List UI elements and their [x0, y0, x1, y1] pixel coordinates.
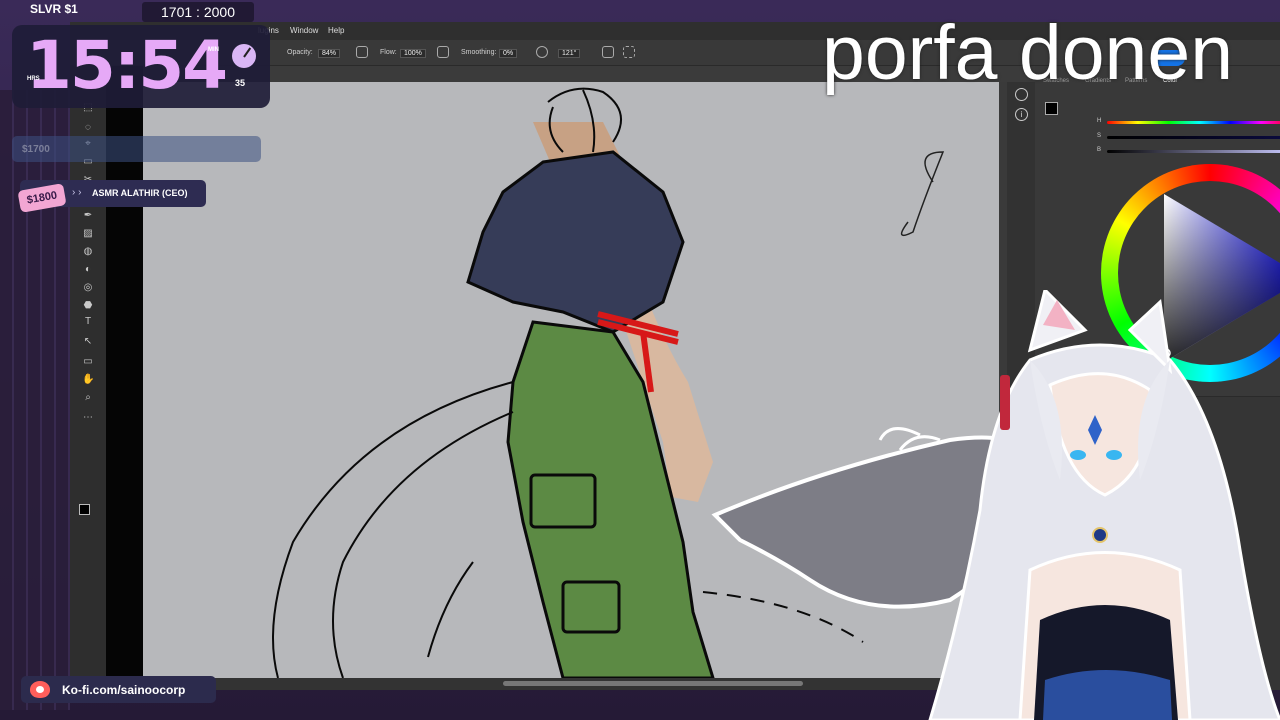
flow-field[interactable]: 100%	[397, 49, 426, 58]
timer-digits: 15:54	[26, 27, 228, 104]
info-icon[interactable]: i	[1015, 108, 1028, 121]
clock-dial-icon	[232, 44, 256, 68]
corner-scribble	[900, 151, 945, 237]
hue-track[interactable]	[1107, 121, 1280, 124]
kofi-banner: Ko-fi.com/sainoocorp	[21, 676, 216, 703]
tool-14-icon[interactable]: ▭	[82, 356, 94, 368]
ground-line	[702, 591, 864, 643]
symmetry-icon[interactable]	[623, 46, 635, 58]
tool-17-icon[interactable]: ⋯	[82, 412, 94, 424]
hue-label: H	[1097, 118, 1102, 124]
tail-outline	[272, 381, 514, 678]
smoothing-label: Smoothing:	[461, 49, 497, 56]
timer-seconds: 35	[235, 78, 246, 88]
previous-goal-amount: $1700	[22, 144, 50, 155]
pressure-size-icon[interactable]	[602, 46, 614, 58]
goal-chevron-icon: › ›	[72, 187, 82, 198]
timer-hours-label: HRS	[27, 76, 40, 82]
previous-goal-bar: $1700	[12, 136, 261, 162]
tool-10-icon[interactable]: ◎	[82, 282, 94, 294]
smoothing-value[interactable]: 0%	[499, 49, 518, 58]
tail-outline-inner	[427, 561, 474, 658]
angle-field[interactable]: 121°	[555, 49, 581, 58]
timer-minutes-label: MIN	[208, 47, 219, 53]
smoothing-settings-icon[interactable]	[536, 46, 548, 58]
smoothing-field[interactable]: 0%	[496, 49, 518, 58]
tool-13-icon[interactable]: ↖	[82, 336, 94, 348]
panel-dock-icons: i	[1007, 82, 1035, 678]
kofi-link: Ko-fi.com/sainoocorp	[62, 683, 186, 697]
tool-1-icon[interactable]: ◌	[82, 122, 94, 134]
tool-9-icon[interactable]: ◐	[82, 264, 94, 276]
angle-value[interactable]: 121°	[558, 49, 581, 58]
tool-6-icon[interactable]: ✒	[82, 210, 94, 222]
color-wheel[interactable]	[1101, 164, 1280, 382]
layers-panel-area	[1035, 396, 1280, 690]
jacket	[466, 150, 685, 334]
opacity-label: Opacity:	[287, 49, 313, 56]
tool-7-icon[interactable]: ▨	[82, 228, 94, 240]
vertical-scrollbar[interactable]	[999, 82, 1007, 678]
menu-window[interactable]: Window	[290, 26, 318, 35]
horizontal-scrollbar[interactable]	[143, 678, 969, 690]
saturation-track[interactable]	[1107, 136, 1280, 139]
stream-timer: 15:54 HRS MIN 35	[12, 25, 270, 108]
photoshop-window: lugins Window Help Opacity: 84% Flow: 10…	[70, 22, 1280, 690]
donation-goal: $1800 › › ASMR ALATHIR (CEO)	[17, 180, 206, 213]
tool-15-icon[interactable]: ✋	[82, 374, 94, 386]
tool-12-icon[interactable]: T	[82, 316, 94, 328]
tool-11-icon[interactable]: ⬣	[82, 300, 94, 312]
hue-slider[interactable]: H 240	[1097, 118, 1280, 132]
flow-value[interactable]: 100%	[400, 49, 426, 58]
foreground-color-swatch[interactable]	[79, 504, 90, 515]
panel-foreground-swatch[interactable]	[1045, 102, 1058, 115]
brightness-slider[interactable]: B 5 %	[1097, 147, 1280, 161]
caption-text: porfa donen	[822, 10, 1234, 96]
canvas-edge	[969, 82, 999, 678]
sketch-artwork	[272, 87, 945, 678]
document-canvas[interactable]	[143, 82, 969, 678]
menu-help[interactable]: Help	[328, 26, 344, 35]
color-panel: Share Swatches Gradients Patterns Color …	[1035, 50, 1280, 690]
goal-name: ASMR ALATHIR (CEO)	[92, 188, 188, 198]
flow-label: Flow:	[380, 49, 397, 56]
saturation-label: S	[1097, 133, 1102, 139]
saturation-slider[interactable]: S 21 %	[1097, 133, 1280, 147]
airbrush-icon[interactable]	[437, 46, 449, 58]
tool-16-icon[interactable]: ⌕	[82, 392, 94, 404]
silver-tag: SLVR $1	[30, 2, 78, 16]
pressure-opacity-icon[interactable]	[356, 46, 368, 58]
scrollbar-thumb[interactable]	[503, 681, 803, 686]
opacity-value[interactable]: 84%	[318, 49, 341, 58]
stream-scene: lugins Window Help Opacity: 84% Flow: 10…	[0, 0, 1280, 720]
color-triangle[interactable]	[1101, 164, 1280, 382]
tool-8-icon[interactable]: ◍	[82, 246, 94, 258]
brightness-label: B	[1097, 147, 1102, 153]
kofi-cup-icon	[30, 681, 50, 698]
sub-counter: 1701 : 2000	[142, 2, 254, 22]
opacity-field[interactable]: 84%	[315, 49, 341, 58]
brightness-track[interactable]	[1107, 150, 1280, 153]
